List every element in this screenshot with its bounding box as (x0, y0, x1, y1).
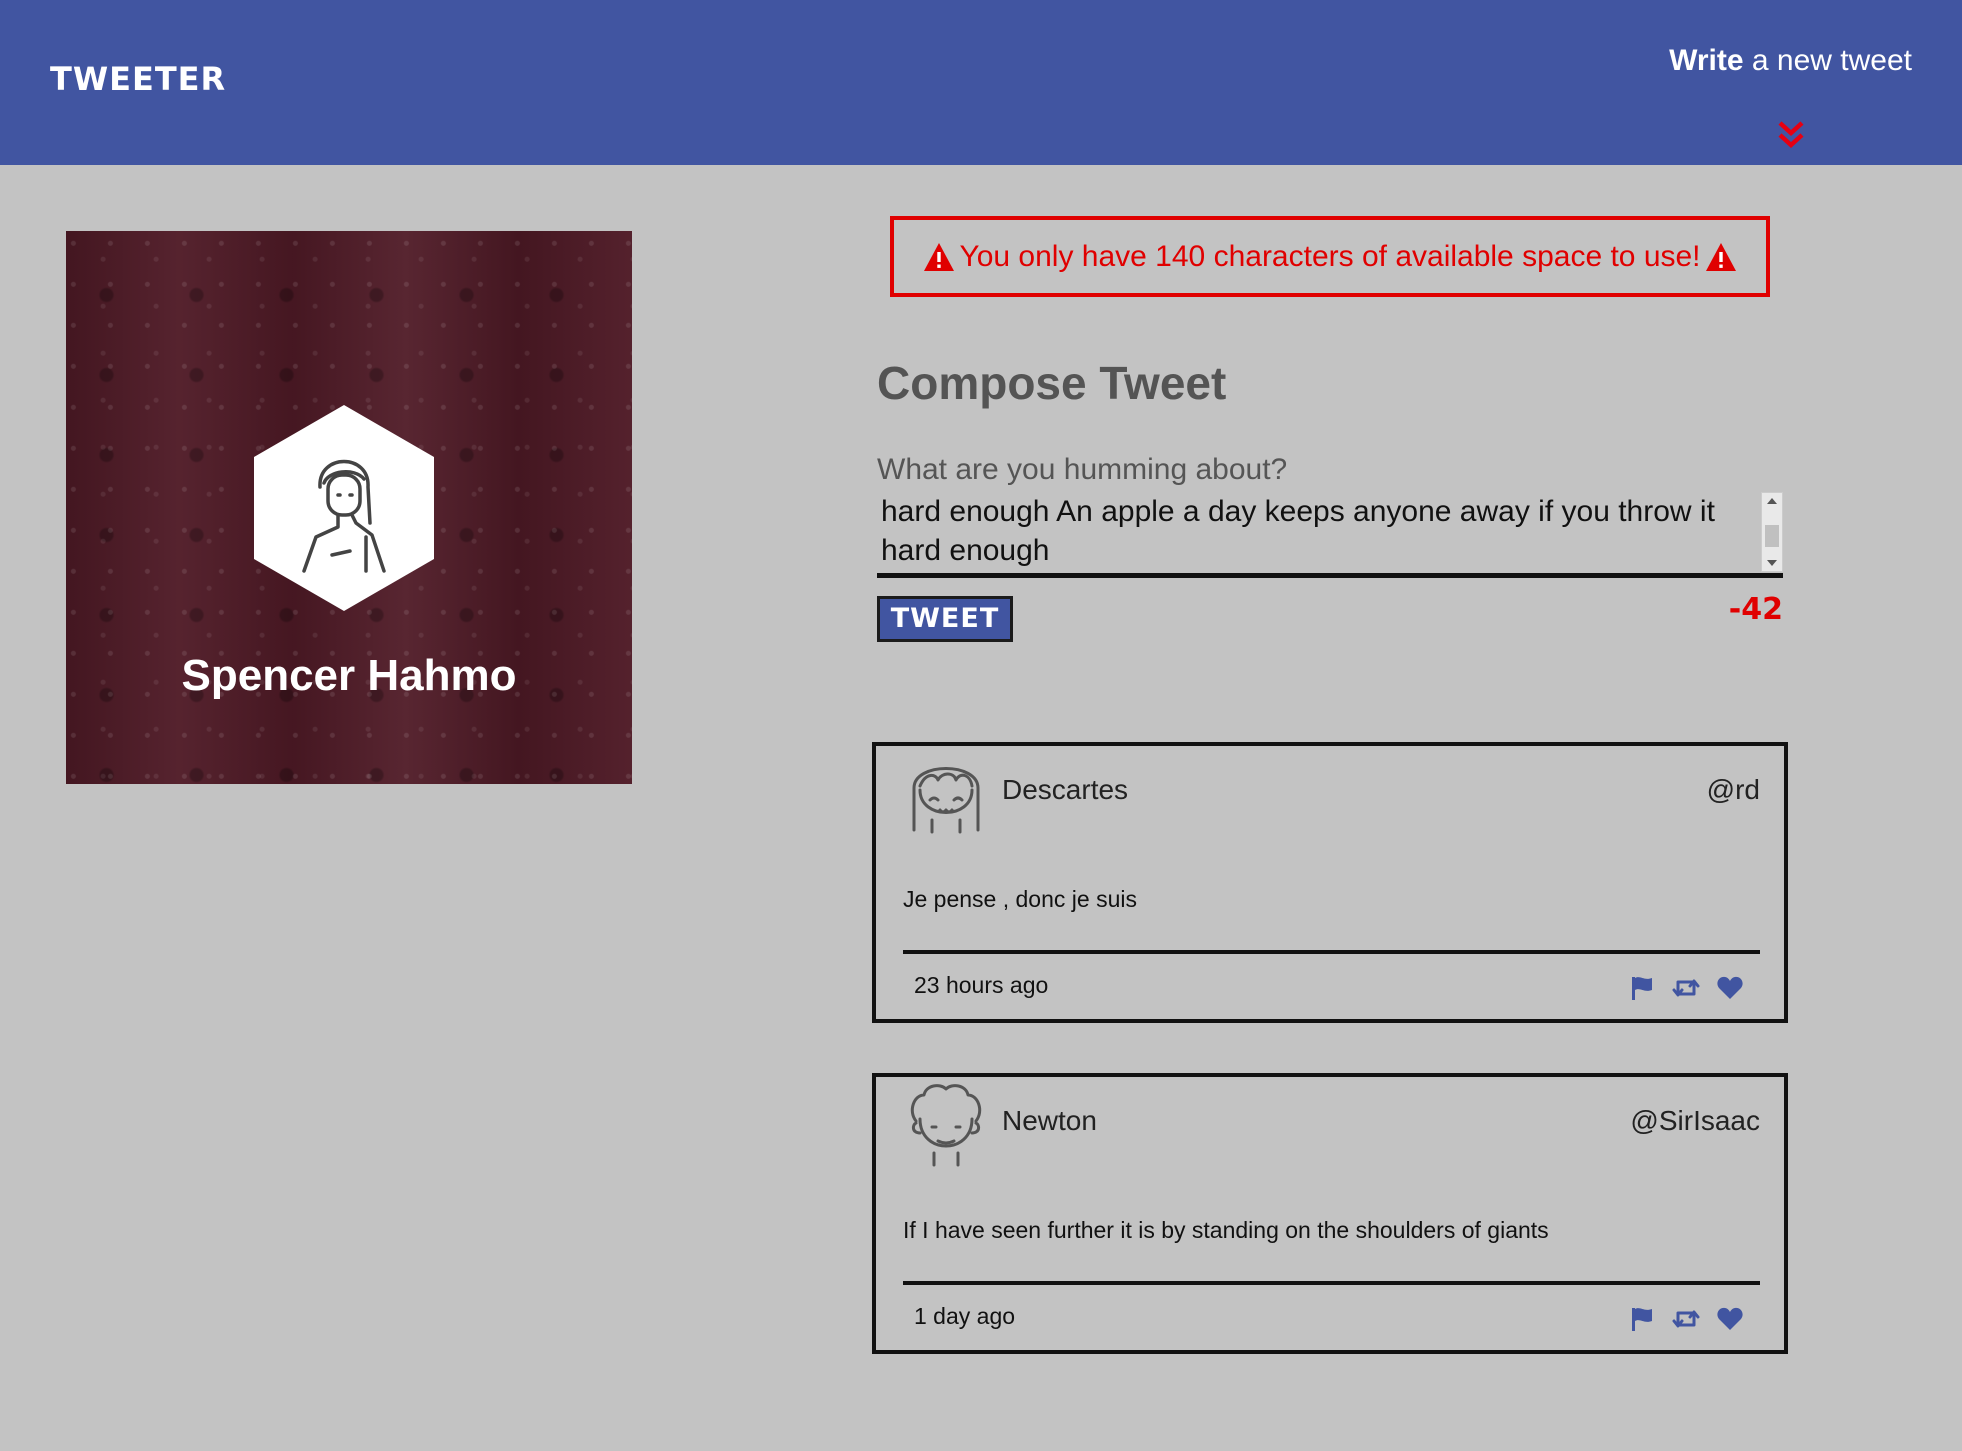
newton-avatar-icon (910, 1084, 982, 1167)
warning-icon (924, 242, 955, 271)
tweet-card: Descartes @rd Je pense , donc je suis 23… (872, 742, 1788, 1023)
error-banner: You only have 140 characters of availabl… (890, 216, 1770, 297)
tweet-actions (1628, 1305, 1744, 1333)
heart-icon[interactable] (1716, 974, 1744, 1002)
error-message: You only have 140 characters of availabl… (959, 239, 1701, 273)
descartes-avatar-icon (912, 767, 980, 834)
tweet-handle[interactable]: @SirIsaac (1630, 1105, 1760, 1137)
char-counter: -42 (1728, 592, 1783, 627)
tweet-timestamp: 23 hours ago (914, 972, 1049, 998)
tweet-text: hard enough An apple a day keeps anyone … (881, 495, 1715, 567)
tweet-actions (1628, 974, 1744, 1002)
navbar: TWEETER Write a new tweet (0, 0, 1962, 165)
compose-title: Compose Tweet (877, 357, 1227, 409)
tweet-author-name: Newton (1002, 1105, 1097, 1136)
scroll-up-arrow-icon[interactable] (1767, 498, 1777, 504)
scroll-thumb[interactable] (1765, 525, 1779, 547)
flag-icon[interactable] (1628, 974, 1656, 1002)
tweet-body: Je pense , donc je suis (903, 886, 1137, 912)
warning-icon (1705, 242, 1736, 271)
flag-icon[interactable] (1628, 1305, 1656, 1333)
tweet-button[interactable]: TWEET (877, 596, 1013, 642)
tweet-divider (903, 1281, 1760, 1285)
tweet-card: Newton @SirIsaac If I have seen further … (872, 1073, 1788, 1354)
tweet-timestamp: 1 day ago (914, 1303, 1016, 1329)
retweet-icon[interactable] (1672, 974, 1700, 1002)
compose-label: What are you humming about? (877, 453, 1288, 486)
write-rest: a new tweet (1743, 44, 1912, 77)
brand-logo[interactable]: TWEETER (50, 60, 226, 98)
profile-card: Spencer Hahmo (66, 231, 632, 784)
tweet-handle[interactable]: @rd (1707, 774, 1760, 806)
tweet-body: If I have seen further it is by standing… (903, 1217, 1549, 1243)
tweet-textarea[interactable]: hard enough An apple a day keeps anyone … (877, 490, 1783, 578)
heart-icon[interactable] (1716, 1305, 1744, 1333)
tweet-author-name: Descartes (1002, 774, 1129, 805)
tweet-divider (903, 950, 1760, 954)
textarea-scrollbar[interactable] (1761, 492, 1783, 572)
profile-avatar-icon (254, 405, 434, 611)
write-new-tweet-link[interactable]: Write a new tweet (1669, 44, 1912, 78)
profile-name: Spencer Hahmo (181, 651, 517, 700)
retweet-icon[interactable] (1672, 1305, 1700, 1333)
double-chevron-down-icon[interactable] (1774, 118, 1808, 152)
scroll-down-arrow-icon[interactable] (1767, 560, 1777, 566)
write-bold: Write (1669, 44, 1744, 77)
